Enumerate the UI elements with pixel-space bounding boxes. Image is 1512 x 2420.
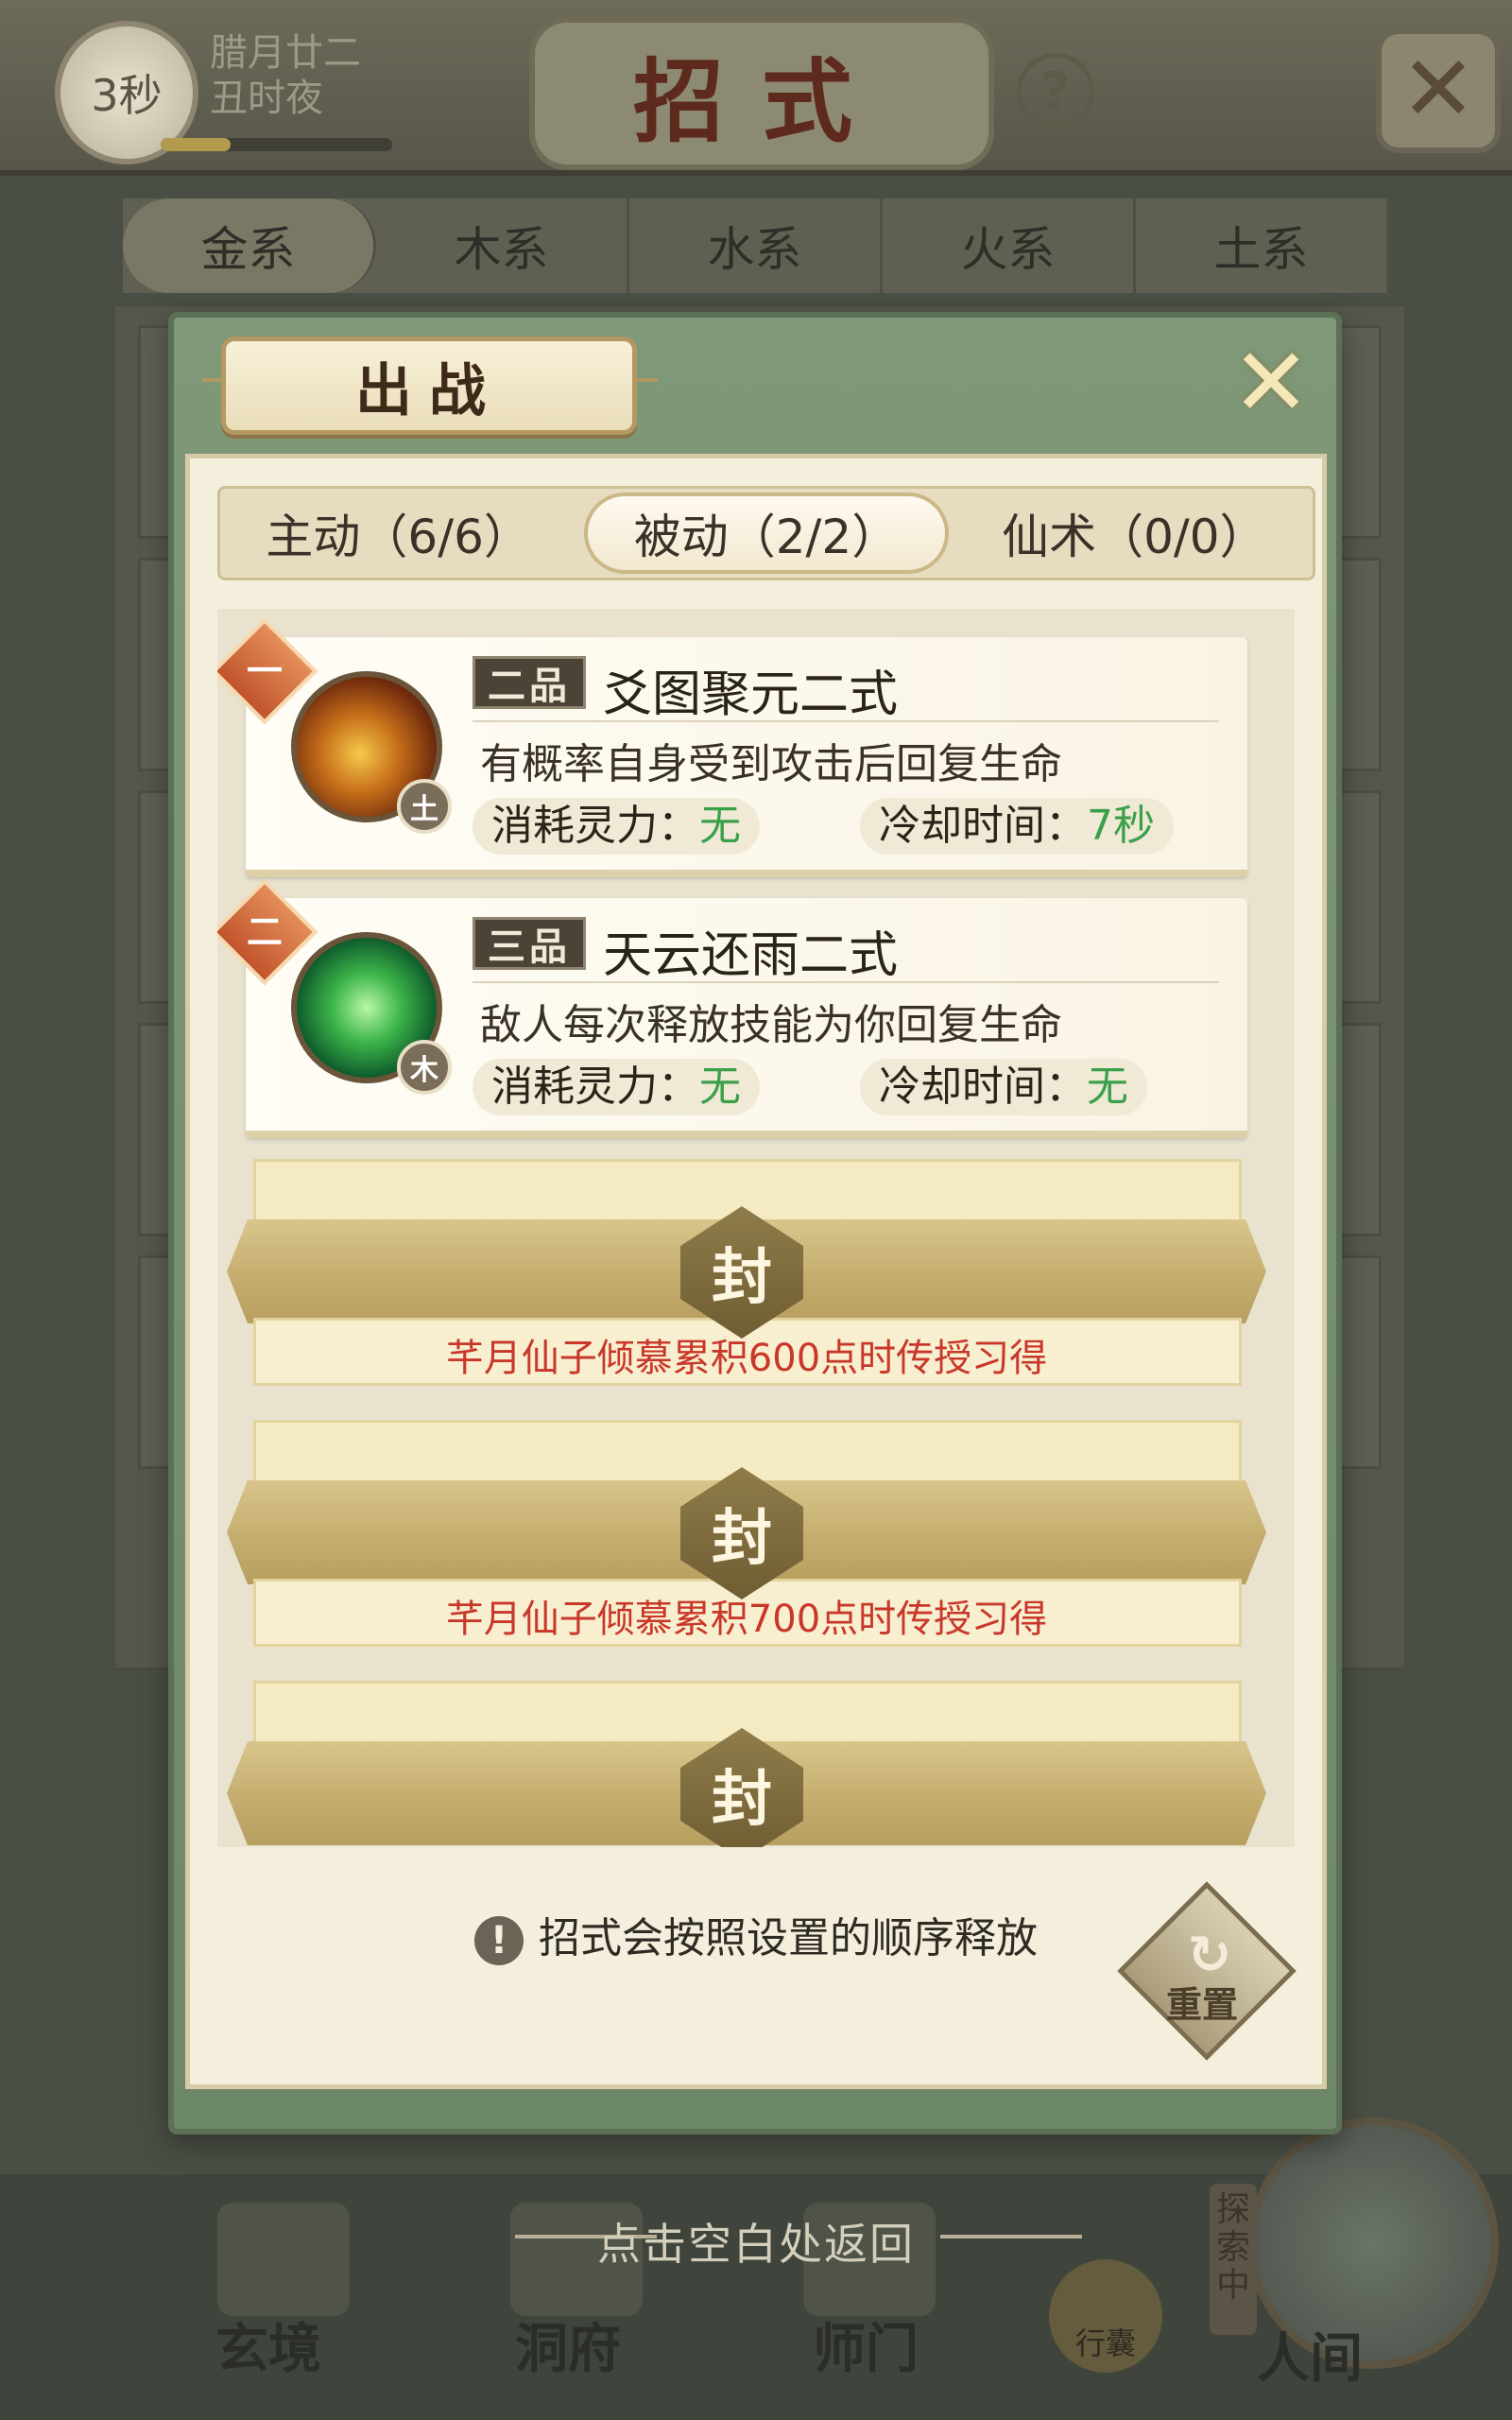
date-line-2: 丑时夜 — [210, 77, 323, 120]
cost-stat: 消耗灵力：无 — [472, 1059, 760, 1115]
skill-card[interactable]: 一 土 二品 爻图聚元二式 有概率自身受到攻击后回复生命 消耗灵力：无 冷却时间… — [217, 617, 1247, 877]
cooldown-stat: 冷却时间：无 — [860, 1059, 1147, 1115]
skill-type-tabs: 主动（6/6） 被动（2/2） 仙术（0/0） — [217, 486, 1315, 580]
skill-card[interactable]: 二 木 三品 天云还雨二式 敌人每次释放技能为你回复生命 消耗灵力：无 冷却时间… — [217, 878, 1247, 1138]
date-line-1: 腊月廿二 — [210, 31, 361, 75]
divider — [472, 981, 1219, 983]
top-bar: 3秒 腊月廿二 丑时夜 招式 ? ✕ — [0, 0, 1512, 176]
skill-name: 天云还雨二式 — [603, 927, 899, 984]
cost-label: 消耗灵力： — [491, 1063, 699, 1111]
element-badge: 土 — [397, 779, 452, 834]
time-progress-bar — [161, 138, 392, 151]
page-title: 招式 — [529, 17, 994, 170]
divider — [472, 720, 1219, 722]
tab-immortal-arts[interactable]: 仙术（0/0） — [956, 489, 1313, 578]
reset-label[interactable]: 重置 — [1134, 1976, 1270, 2028]
modal-close-button[interactable]: ✕ — [1228, 336, 1314, 430]
help-button[interactable]: ? — [1017, 53, 1094, 130]
dismiss-hint: 点击空白处返回 — [597, 2219, 915, 2270]
nav-cave[interactable]: 洞府 — [515, 2307, 621, 2383]
modal-title: 出战 — [221, 337, 637, 435]
order-number: 二 — [246, 910, 283, 953]
tab-earth[interactable]: 土系 — [1136, 199, 1389, 293]
unlock-condition: 芊月仙子倾慕累积700点时传授习得 — [445, 1598, 1048, 1641]
unlock-condition: 芊月仙子倾慕累积600点时传授习得 — [445, 1337, 1048, 1380]
tab-active-skills[interactable]: 主动（6/6） — [220, 489, 576, 578]
equipped-skill-list: 一 土 二品 爻图聚元二式 有概率自身受到攻击后回复生命 消耗灵力：无 冷却时间… — [217, 609, 1295, 1847]
tab-passive-skills[interactable]: 被动（2/2） — [584, 493, 949, 574]
tip-text: 招式会按照设置的顺序释放 — [539, 1914, 1038, 1962]
grade-tag: 三品 — [472, 917, 586, 970]
cooldown-value: 7秒 — [1087, 802, 1155, 850]
skill-description: 敌人每次释放技能为你回复生命 — [480, 1001, 1062, 1049]
sealed-skill-slot: 封 — [227, 1681, 1266, 1847]
tab-wood[interactable]: 木系 — [376, 199, 629, 293]
sealed-skill-slot: 封 芊月仙子倾慕累积700点时传授习得 — [227, 1420, 1266, 1652]
cooldown-stat: 冷却时间：7秒 — [860, 798, 1174, 855]
cost-label: 消耗灵力： — [491, 802, 699, 850]
cost-value: 无 — [699, 802, 741, 850]
cooldown-label: 冷却时间： — [879, 1063, 1087, 1111]
element-tabs: 金系 木系 水系 火系 土系 — [123, 199, 1389, 293]
time-progress-fill — [161, 138, 231, 151]
tab-fire[interactable]: 火系 — [883, 199, 1136, 293]
cost-value: 无 — [699, 1063, 741, 1111]
tab-metal[interactable]: 金系 — [123, 199, 376, 293]
sealed-skill-slot: 封 芊月仙子倾慕累积600点时传授习得 — [227, 1159, 1266, 1392]
element-badge: 木 — [397, 1040, 452, 1095]
exclamation-icon: ! — [474, 1916, 524, 1965]
cooldown-label: 冷却时间： — [879, 802, 1087, 850]
nav-bag[interactable]: 行囊 — [1049, 2259, 1162, 2373]
order-tip: ! 招式会按照设置的顺序释放 — [0, 1904, 1512, 1965]
nav-world[interactable]: 人间 — [1257, 2316, 1363, 2393]
skill-name: 爻图聚元二式 — [603, 666, 899, 723]
nav-sect[interactable]: 师门 — [813, 2307, 919, 2383]
page-close-button[interactable]: ✕ — [1376, 28, 1501, 153]
cooldown-value: 无 — [1087, 1063, 1128, 1111]
tab-water[interactable]: 水系 — [629, 199, 883, 293]
order-number: 一 — [246, 649, 283, 692]
nav-realm[interactable]: 玄境 — [215, 2307, 321, 2383]
game-date: 腊月廿二 丑时夜 — [210, 30, 361, 121]
skill-description: 有概率自身受到攻击后回复生命 — [480, 740, 1062, 788]
grade-tag: 二品 — [472, 656, 586, 709]
cost-stat: 消耗灵力：无 — [472, 798, 760, 855]
